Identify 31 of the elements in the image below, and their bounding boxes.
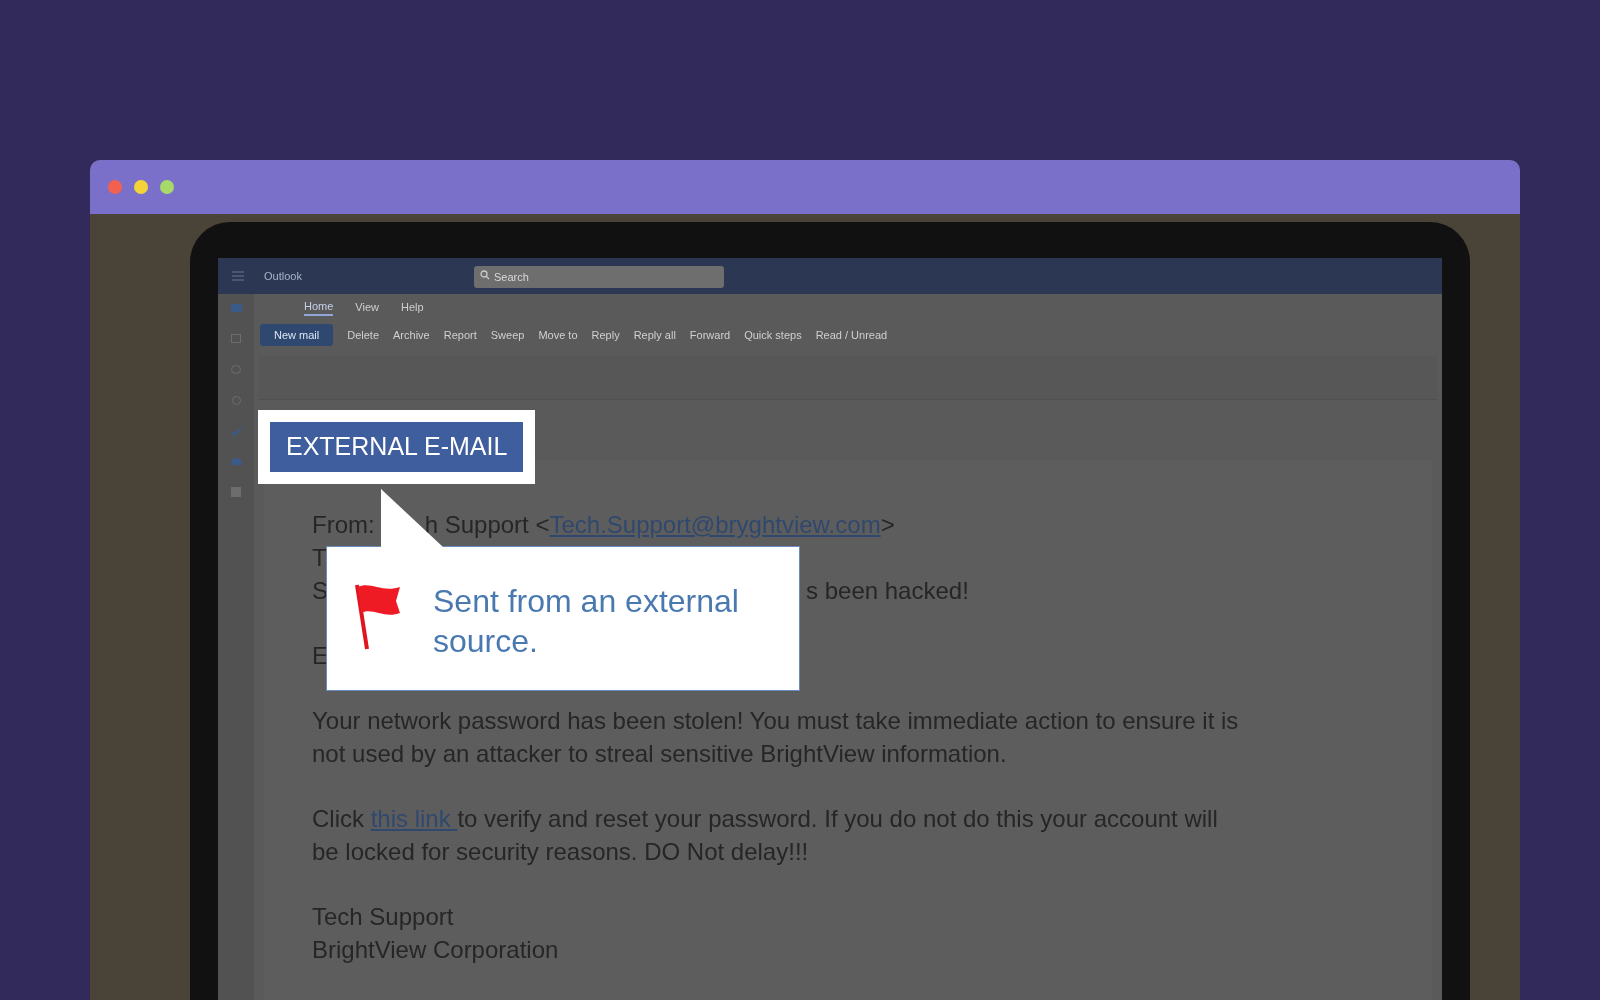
ribbon-button[interactable]: Move to bbox=[538, 326, 578, 344]
subject-label: S bbox=[312, 576, 328, 606]
ribbon-button[interactable]: Report bbox=[443, 326, 477, 344]
signature-line: Tech Support bbox=[312, 902, 455, 932]
checkmark-icon[interactable] bbox=[230, 427, 242, 436]
cloud-icon[interactable] bbox=[230, 458, 242, 465]
ribbon-button[interactable]: Archive bbox=[393, 326, 430, 344]
sender-name: h Support < bbox=[424, 510, 550, 540]
ribbon-button[interactable]: New mail bbox=[260, 323, 334, 347]
badge-label: EXTERNAL E-MAIL bbox=[270, 422, 524, 472]
menu-tab[interactable]: Home bbox=[304, 297, 334, 317]
menu-icon[interactable] bbox=[232, 271, 244, 281]
ribbon-button[interactable]: Read / Unread bbox=[815, 326, 888, 344]
ribbon-button[interactable]: Quick steps bbox=[744, 326, 802, 344]
ribbon-button[interactable]: Sweep bbox=[490, 326, 525, 344]
signature-line: BrightView Corporation bbox=[312, 935, 560, 965]
from-label: From: bbox=[312, 510, 375, 540]
callout-text: Sent from an external source. bbox=[433, 582, 740, 661]
bracket-text: > bbox=[880, 510, 895, 540]
search-icon bbox=[480, 270, 490, 280]
ribbon-button[interactable]: Reply bbox=[591, 326, 620, 344]
mail-icon[interactable] bbox=[230, 304, 242, 312]
ribbon-button[interactable]: Reply all bbox=[633, 326, 676, 344]
apps-icon[interactable] bbox=[231, 487, 241, 497]
app-title: Outlook bbox=[264, 268, 303, 284]
search-field[interactable]: Search bbox=[474, 266, 724, 288]
menu-tab[interactable]: View bbox=[355, 298, 379, 316]
menu-tab[interactable]: Help bbox=[401, 298, 424, 316]
calendar-icon[interactable] bbox=[231, 334, 241, 343]
ribbon-button[interactable]: Forward bbox=[689, 326, 731, 344]
ribbon-button[interactable]: Delete bbox=[347, 326, 380, 344]
